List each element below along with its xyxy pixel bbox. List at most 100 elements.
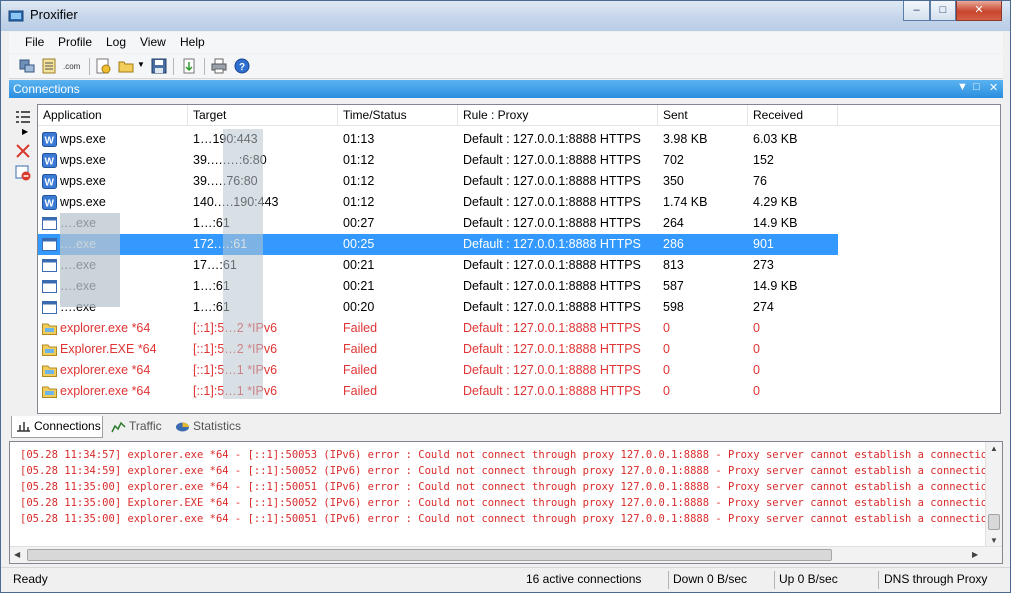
connections-icon: [17, 422, 30, 432]
cell-sent: 0: [663, 342, 670, 356]
tab-statistics[interactable]: Statistics: [171, 416, 251, 438]
table-row[interactable]: Wwps.exe39.….…:6:8001:12Default : 127.0.…: [38, 150, 838, 171]
log-vertical-scrollbar[interactable]: ▲ ▼: [985, 442, 1002, 548]
export-icon[interactable]: [181, 58, 197, 74]
table-row[interactable]: explorer.exe *64[::1]:5…2 *IPv6FailedDef…: [38, 318, 838, 339]
table-row[interactable]: ….exe172.…:6100:25Default : 127.0.0.1:88…: [38, 234, 838, 255]
menu-help[interactable]: Help: [180, 35, 205, 49]
tab-statistics-label: Statistics: [193, 419, 242, 433]
cell-time: Failed: [343, 363, 378, 377]
table-row[interactable]: explorer.exe *64[::1]:5…1 *IPv6FailedDef…: [38, 381, 838, 402]
traffic-chart-icon: [111, 421, 126, 433]
proxification-rules-icon[interactable]: [41, 58, 57, 74]
scroll-right-icon[interactable]: ▶: [972, 550, 978, 559]
table-row[interactable]: ….exe 1…:61 00:20 Default : 127.0.0.1:8888 …: [38, 297, 838, 318]
minimize-button[interactable]: –: [903, 1, 930, 21]
expand-arrow-icon[interactable]: ▶: [22, 127, 28, 136]
cell-app: wps.exe: [60, 153, 106, 167]
panel-close-icon[interactable]: ✕: [989, 81, 998, 94]
table-row[interactable]: Wwps.exe140.….190:44301:12Default : 127.…: [38, 192, 838, 213]
status-ready: Ready: [13, 572, 48, 586]
cell-received: 0: [753, 321, 760, 335]
menu-profile[interactable]: Profile: [58, 35, 92, 49]
table-row[interactable]: ….exe17…:6100:21Default : 127.0.0.1:8888…: [38, 255, 838, 276]
title-bar[interactable]: Proxifier – □ ✕: [1, 1, 1010, 31]
wps-icon: W: [42, 195, 57, 210]
chevron-down-icon[interactable]: ▼: [137, 60, 145, 69]
proxy-servers-icon[interactable]: [19, 58, 35, 74]
table-row[interactable]: explorer.exe *64[::1]:5…1 *IPv6FailedDef…: [38, 360, 838, 381]
column-sent[interactable]: Sent: [658, 105, 748, 126]
scroll-up-icon[interactable]: ▲: [990, 444, 998, 453]
column-received[interactable]: Received: [748, 105, 838, 126]
open-profile-icon[interactable]: [118, 58, 134, 74]
cell-app: wps.exe: [60, 132, 106, 146]
log-output[interactable]: [05.28 11:34:57] explorer.exe *64 - [::1…: [9, 441, 1003, 564]
cell-sent: 3.98 KB: [663, 132, 708, 146]
pin-icon[interactable]: □: [973, 81, 980, 93]
table-row[interactable]: ….exe1…:6100:21Default : 127.0.0.1:8888 …: [38, 276, 838, 297]
status-bar: Ready 16 active connections Down 0 B/sec…: [1, 567, 1010, 592]
kill-process-icon[interactable]: [15, 165, 31, 181]
vertical-scroll-thumb[interactable]: [988, 514, 1000, 530]
table-row[interactable]: Wwps.exe39.….76:8001:12Default : 127.0.0…: [38, 171, 838, 192]
scroll-down-icon[interactable]: ▼: [990, 536, 998, 545]
wps-icon: W: [42, 132, 57, 147]
menu-view[interactable]: View: [140, 35, 166, 49]
cell-time: 01:12: [343, 195, 375, 209]
table-row[interactable]: ….exe1…:6100:27Default : 127.0.0.1:8888 …: [38, 213, 838, 234]
column-rule-proxy[interactable]: Rule : Proxy: [458, 105, 658, 126]
menu-file[interactable]: File: [25, 35, 44, 49]
cell-rule: Default : 127.0.0.1:8888 HTTPS: [463, 237, 641, 251]
table-row[interactable]: Explorer.EXE *64[::1]:5…2 *IPv6FailedDef…: [38, 339, 838, 360]
tab-traffic[interactable]: Traffic: [107, 416, 167, 438]
wps-icon: W: [42, 174, 57, 189]
column-time-status[interactable]: Time/Status: [338, 105, 458, 126]
cell-sent: 813: [663, 258, 684, 272]
cell-app: explorer.exe *64: [60, 321, 151, 335]
scroll-left-icon[interactable]: ◀: [14, 550, 20, 559]
table-row[interactable]: Wwps.exe1…190:44301:13Default : 127.0.0.…: [38, 129, 838, 150]
menu-log[interactable]: Log: [106, 35, 126, 49]
panel-title: Connections: [13, 82, 80, 96]
panel-menu-icon[interactable]: ▼: [957, 81, 968, 93]
cell-rule: Default : 127.0.0.1:8888 HTTPS: [463, 258, 641, 272]
cell-time: 00:21: [343, 258, 375, 272]
help-icon[interactable]: ?: [234, 58, 250, 74]
close-button[interactable]: ✕: [956, 1, 1002, 21]
new-profile-icon[interactable]: [95, 58, 111, 74]
cell-time: 01:13: [343, 132, 375, 146]
cell-sent: 0: [663, 321, 670, 335]
horizontal-scroll-thumb[interactable]: [27, 549, 832, 561]
tab-connections[interactable]: Connections: [11, 416, 103, 438]
cell-sent: 350: [663, 174, 684, 188]
column-application[interactable]: Application: [38, 105, 188, 126]
list-view-icon[interactable]: [15, 109, 31, 125]
save-profile-icon[interactable]: [151, 58, 167, 74]
name-resolution-icon[interactable]: .com: [63, 58, 83, 74]
proxifier-app-icon: [8, 10, 24, 22]
status-separator: [668, 571, 669, 589]
cell-rule: Default : 127.0.0.1:8888 HTTPS: [463, 300, 641, 314]
cell-sent: 598: [663, 300, 684, 314]
cell-received: 0: [753, 342, 760, 356]
proxifier-window: Proxifier – □ ✕ File Profile Log View He…: [0, 0, 1011, 593]
window-icon: [42, 259, 57, 272]
menu-bar: File Profile Log View Help: [9, 32, 1003, 53]
window-icon: [42, 238, 57, 251]
window-icon: [42, 280, 57, 293]
toolbar: .com ▼ ?: [9, 54, 1003, 79]
cell-rule: Default : 127.0.0.1:8888 HTTPS: [463, 195, 641, 209]
folder-icon: [42, 365, 57, 377]
connections-panel-header: Connections ▼ □ ✕: [9, 80, 1003, 98]
window-icon: [42, 217, 57, 230]
cell-time: 00:21: [343, 279, 375, 293]
log-horizontal-scrollbar[interactable]: ◀ ▶: [10, 546, 1002, 563]
column-target[interactable]: Target: [188, 105, 338, 126]
maximize-button[interactable]: □: [930, 1, 956, 21]
status-download-rate: Down 0 B/sec: [673, 572, 748, 586]
print-icon[interactable]: [211, 58, 227, 74]
close-connection-icon[interactable]: [15, 143, 31, 159]
cell-received: 273: [753, 258, 774, 272]
log-line: [05.28 11:35:00] Explorer.EXE *64 - [::1…: [20, 497, 1003, 509]
